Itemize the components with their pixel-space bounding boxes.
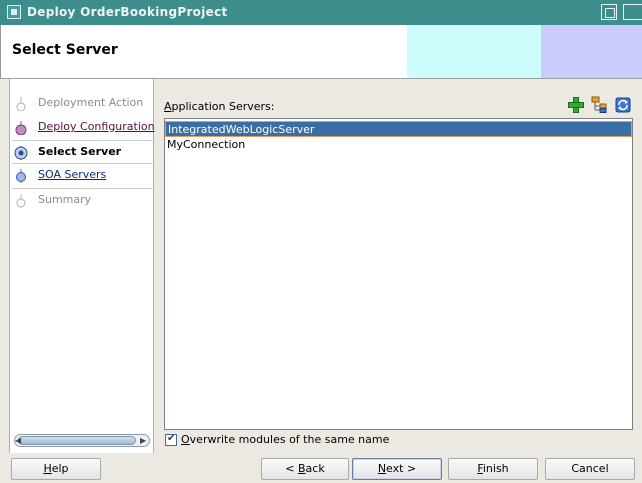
button-text: ext >	[386, 462, 417, 475]
step-select-server: Select Server	[12, 140, 154, 164]
step-label: Deployment Action	[38, 96, 144, 109]
label-text: pplication Servers:	[171, 100, 275, 113]
application-servers-list[interactable]	[164, 118, 633, 430]
step-disabled-icon	[16, 194, 26, 208]
step-deploy-configuration[interactable]: Deploy Configuration	[12, 116, 155, 140]
button-mnemonic: B	[298, 462, 306, 475]
scroll-right-icon[interactable]: ▶	[140, 436, 146, 445]
window-title: Deploy OrderBookingProject	[27, 5, 228, 19]
header-decoration-lavender	[541, 25, 642, 78]
refresh-icon[interactable]	[614, 96, 632, 114]
next-button[interactable]: Next >	[352, 458, 442, 480]
restore-button[interactable]	[601, 4, 617, 20]
application-servers-label: Application Servers:	[164, 100, 274, 113]
list-item[interactable]: IntegratedWebLogicServer	[165, 121, 632, 137]
button-text: ack	[305, 462, 325, 475]
step-deployment-action: Deployment Action	[12, 92, 154, 116]
overwrite-modules-label: Overwrite modules of the same name	[181, 433, 389, 446]
page-title: Select Server	[12, 42, 118, 58]
step-todo-icon	[16, 169, 26, 183]
close-button[interactable]	[623, 4, 642, 20]
step-label: SOA Servers	[38, 168, 107, 181]
button-mnemonic: N	[377, 462, 387, 475]
back-button[interactable]: < Back	[261, 458, 349, 480]
label-mnemonic: A	[164, 100, 172, 113]
button-text: inish	[482, 462, 509, 475]
cancel-button[interactable]: Cancel	[545, 458, 635, 480]
button-prefix: <	[285, 462, 298, 475]
finish-button[interactable]: Finish	[448, 458, 538, 480]
header-decoration-cyan	[407, 25, 541, 78]
step-label: Select Server	[38, 145, 122, 158]
help-button[interactable]: Help	[11, 458, 101, 480]
step-disabled-icon	[16, 97, 26, 111]
server-browse-icon[interactable]	[591, 96, 609, 114]
step-soa-servers[interactable]: SOA Servers	[12, 164, 154, 188]
overwrite-modules-checkbox[interactable]	[165, 433, 177, 446]
label-mnemonic: O	[181, 433, 190, 446]
list-item[interactable]: MyConnection	[165, 137, 632, 153]
step-label: Summary	[38, 193, 92, 206]
button-text: elp	[51, 462, 69, 475]
scrollbar-thumb[interactable]	[18, 436, 136, 445]
step-label: Deploy Configuration	[38, 120, 155, 133]
label-text: verwrite modules of the same name	[189, 433, 390, 446]
plus-icon[interactable]	[567, 96, 585, 114]
button-mnemonic: H	[43, 462, 52, 475]
scroll-left-icon[interactable]: ◀	[15, 436, 21, 445]
window-icon	[7, 5, 21, 19]
step-visited-icon	[15, 121, 27, 135]
step-summary: Summary	[12, 188, 154, 212]
step-current-icon	[14, 146, 28, 160]
